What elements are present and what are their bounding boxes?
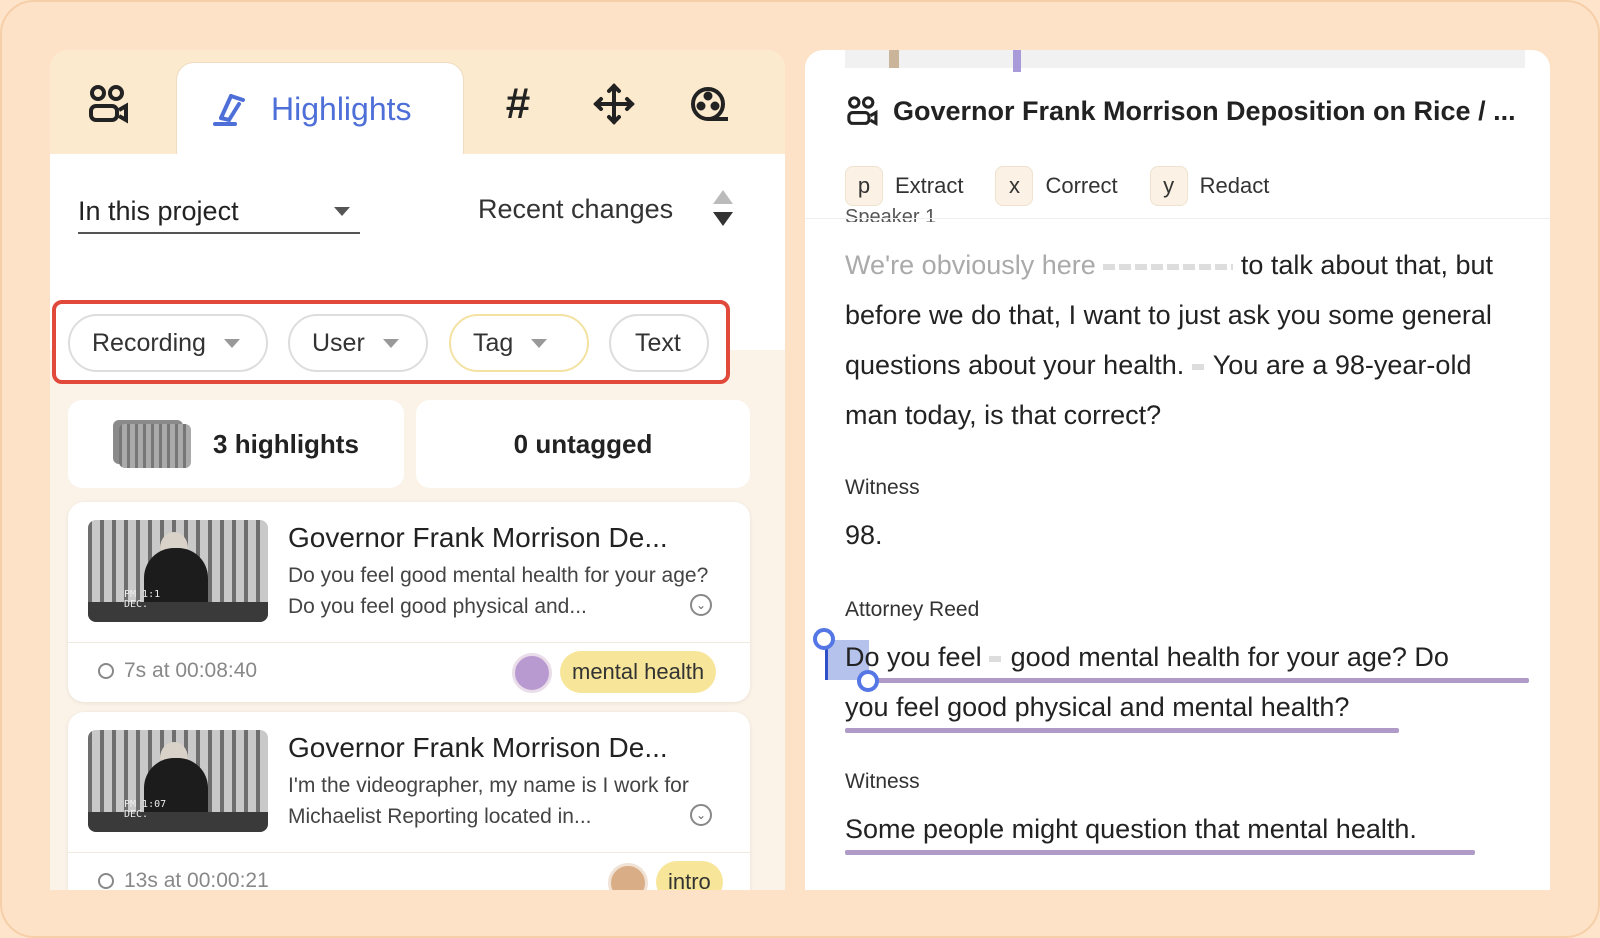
tab-highlights-label: Highlights [271,91,412,127]
scope-dropdown[interactable]: In this project [78,190,360,234]
shortcut-key-redact[interactable]: y [1149,166,1188,206]
card-excerpt: I'm the videographer, my name is I work … [288,774,689,828]
untagged-count[interactable]: 0 untagged [416,400,750,488]
answer-text[interactable]: Some people might question that mental h… [845,814,1417,845]
transcript-paragraph[interactable]: We're obviously here to talk about that,… [845,240,1525,440]
highlight-card[interactable]: PM 1:07 DEC. Governor Frank Morrison De.… [68,712,750,890]
answer-text[interactable]: 98. [845,520,883,551]
avatar[interactable] [512,653,552,693]
expand-icon[interactable]: ⌄ [690,594,712,616]
filter-tag[interactable]: Tag [449,314,589,372]
move-plus-icon [593,83,635,125]
document-title-label: Governor Frank Morrison Deposition on Ri… [893,95,1516,126]
stopwatch-icon [98,873,114,889]
selection-handle-start[interactable] [813,628,835,650]
stopwatch-icon [98,663,114,679]
highlight-underline [845,850,1475,855]
filter-text-label: Text [635,328,681,357]
filter-text[interactable]: Text [609,314,709,372]
thumbnail-stack-icon [113,420,192,468]
tab-reels[interactable] [682,78,738,130]
card-duration: 7s at 00:08:40 [98,659,257,683]
shortcut-key-extract[interactable]: p [845,166,883,206]
timeline-playhead[interactable] [1013,50,1021,72]
tab-bar: Highlights # [50,50,785,156]
speaker-label: Witness [845,476,920,499]
shortcut-label-correct[interactable]: Correct [1045,173,1117,199]
highlighter-icon [213,93,245,126]
highlight-underline [869,678,1529,683]
timeline-bar[interactable] [845,50,1525,72]
card-duration-label: 7s at 00:08:40 [124,659,258,682]
tab-tags[interactable]: # [490,78,546,130]
chevron-down-icon [531,338,548,348]
chevron-down-icon [223,338,240,348]
tag-pill[interactable]: intro [656,861,723,890]
highlighted-question-line2[interactable]: you feel good physical and mental health… [845,692,1349,723]
question-text: you feel [879,642,982,672]
highlighted-question[interactable]: Do you feel good mental health for your … [845,642,1449,673]
film-reel-icon [691,87,728,121]
card-title: Governor Frank Morrison De... [288,732,668,763]
video-timestamp: PM 1:07 DEC. [124,799,167,820]
card-duration-label: 13s at 00:00:21 [124,869,269,890]
video-thumbnail[interactable]: PM 1:07 DEC. [88,730,268,832]
highlight-card[interactable]: PM 1:1 DEC. Governor Frank Morrison De..… [68,502,750,702]
filter-user[interactable]: User [288,314,428,372]
selected-word: Do [845,642,880,672]
scope-label: In this project [78,195,239,226]
faded-text: We're obviously here [845,250,1096,280]
speaker-label-clipped: Speaker 1 [845,206,937,222]
hash-icon: # [505,79,531,128]
card-footer: 7s at 00:08:40 mental health [68,642,750,702]
filter-recording-label: Recording [92,328,206,357]
card-excerpt: Do you feel good mental health for your … [288,564,709,618]
filter-tag-label: Tag [473,328,514,357]
card-footer: 13s at 00:00:21 intro [68,852,750,890]
chevron-down-icon [334,206,350,216]
pause-marker [1103,263,1234,270]
card-duration: 13s at 00:00:21 [98,869,269,890]
filter-recording[interactable]: Recording [68,314,268,372]
avatar[interactable] [608,863,648,890]
shortcut-label-extract[interactable]: Extract [895,173,963,199]
chevron-down-icon [382,338,399,348]
untagged-count-label: 0 untagged [513,428,653,459]
pause-marker [989,655,1004,662]
video-timestamp: PM 1:1 DEC. [124,589,161,610]
tab-add[interactable] [586,78,642,130]
sort-arrows-icon[interactable] [712,190,734,228]
shortcut-key-correct[interactable]: x [995,166,1034,206]
sort-label[interactable]: Recent changes [478,194,673,225]
question-text: good mental health for your age? Do [1010,642,1449,672]
highlights-count[interactable]: 3 highlights [68,400,404,488]
card-title: Governor Frank Morrison De... [288,522,668,553]
participants-icon [847,96,878,127]
highlight-underline [845,728,1399,733]
tab-participants[interactable] [80,78,136,130]
participants-icon [89,85,128,124]
shortcut-label-redact[interactable]: Redact [1200,173,1270,199]
tab-highlights[interactable]: Highlights [176,62,464,156]
panel-body: In this project Recent changes Recording… [50,154,785,890]
video-thumbnail[interactable]: PM 1:1 DEC. [88,520,268,622]
filter-chips-group: Recording User Tag Text [52,300,730,384]
speaker-label: Witness [845,770,920,793]
pause-marker [1191,363,1206,370]
highlights-count-label: 3 highlights [213,428,359,459]
filter-user-label: User [312,328,365,357]
transcript-panel: Governor Frank Morrison Deposition on Ri… [805,50,1550,890]
selection-handle-end[interactable] [857,670,879,692]
tag-pill[interactable]: mental health [560,651,717,693]
document-title: Governor Frank Morrison Deposition on Ri… [845,94,1516,128]
shortcut-bar: p Extract x Correct y Redact [845,166,1301,206]
highlights-panel: Highlights # In this project Recent chan… [50,50,785,890]
divider [805,218,1550,219]
speaker-label: Attorney Reed [845,598,980,621]
timeline-marker[interactable] [889,50,899,68]
expand-icon[interactable]: ⌄ [690,804,712,826]
